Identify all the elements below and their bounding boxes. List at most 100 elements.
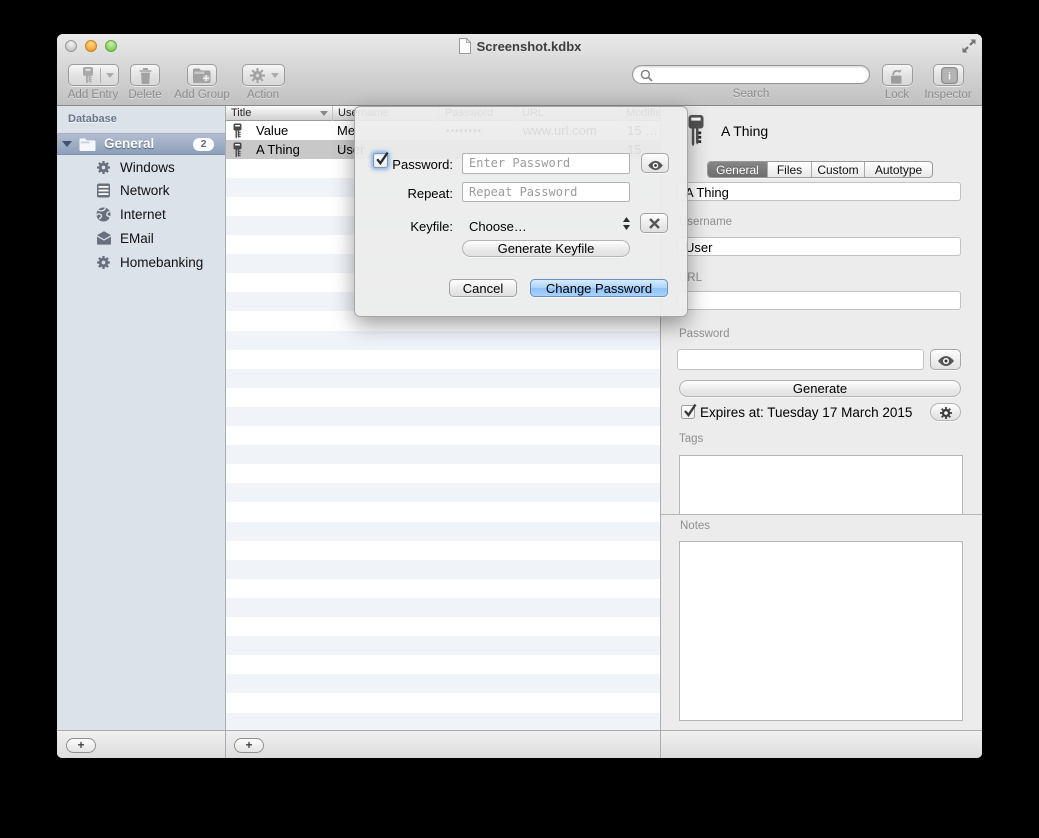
keyfile-popup[interactable]: Choose… bbox=[469, 219, 527, 234]
bottom-bar: + + bbox=[57, 730, 982, 758]
sidebar-item-label: EMail bbox=[120, 231, 154, 246]
table-empty-row bbox=[226, 331, 660, 350]
sidebar-group-general[interactable]: General 2 bbox=[57, 133, 225, 155]
sort-indicator-icon bbox=[320, 111, 328, 116]
gear-icon bbox=[96, 160, 111, 180]
inspector-button[interactable]: i Inspector bbox=[903, 64, 982, 101]
table-empty-row bbox=[226, 579, 660, 598]
inspector-splitter[interactable] bbox=[661, 514, 982, 515]
trash-icon bbox=[138, 68, 153, 89]
table-empty-row bbox=[226, 464, 660, 483]
table-empty-row bbox=[226, 713, 660, 730]
expires-label: Expires at: Tuesday 17 March 2015 bbox=[700, 405, 912, 420]
folder-icon bbox=[79, 137, 96, 157]
action-button[interactable]: Action bbox=[218, 64, 308, 101]
tab-files[interactable]: Files bbox=[768, 162, 812, 177]
eye-icon bbox=[647, 158, 664, 176]
reveal-password-button[interactable] bbox=[930, 349, 961, 370]
clear-keyfile-button[interactable] bbox=[640, 213, 668, 233]
table-empty-row bbox=[226, 445, 660, 464]
key-icon bbox=[688, 115, 704, 152]
folder-plus-icon bbox=[193, 68, 212, 89]
window-title: Screenshot.kdbx bbox=[477, 39, 582, 54]
add-entry-plus-button[interactable]: + bbox=[234, 738, 264, 753]
generate-keyfile-button[interactable]: Generate Keyfile bbox=[462, 240, 630, 257]
table-empty-row bbox=[226, 674, 660, 693]
table-empty-row bbox=[226, 350, 660, 369]
titlebar: Screenshot.kdbx bbox=[57, 38, 982, 55]
table-empty-row bbox=[226, 541, 660, 560]
table-empty-row bbox=[226, 694, 660, 713]
notes-label: Notes bbox=[680, 520, 710, 532]
disclosure-triangle-icon[interactable] bbox=[62, 141, 72, 147]
stepper-arrows-icon[interactable] bbox=[622, 217, 631, 235]
password-placeholder: Enter Password bbox=[463, 154, 629, 173]
column-header-title[interactable]: Title bbox=[226, 106, 333, 121]
password-settings-button[interactable] bbox=[930, 403, 961, 421]
table-empty-row bbox=[226, 636, 660, 655]
tab-autotype[interactable]: Autotype bbox=[865, 162, 932, 177]
server-icon bbox=[96, 183, 111, 203]
sidebar-item-windows[interactable]: Windows bbox=[57, 156, 225, 180]
search-icon bbox=[640, 69, 653, 87]
change-password-popover: Password: Enter Password Repeat: Repeat … bbox=[354, 106, 688, 317]
tags-field[interactable] bbox=[679, 455, 963, 514]
x-icon bbox=[648, 217, 661, 233]
sidebar-divider[interactable] bbox=[225, 106, 226, 758]
sidebar-item-network[interactable]: Network bbox=[57, 179, 225, 203]
popover-password-input[interactable]: Enter Password bbox=[462, 153, 630, 174]
globe-icon bbox=[96, 207, 111, 227]
popover-repeat-label: Repeat: bbox=[375, 186, 453, 201]
app-window: Screenshot.kdbx Add Entry Delete Add Gro… bbox=[57, 34, 982, 758]
password-label: Password bbox=[679, 328, 730, 340]
sidebar-item-internet[interactable]: Internet bbox=[57, 203, 225, 227]
expires-checkbox[interactable] bbox=[681, 405, 695, 419]
table-empty-row bbox=[226, 617, 660, 636]
tags-label: Tags bbox=[679, 433, 703, 445]
popover-keyfile-label: Keyfile: bbox=[375, 219, 453, 234]
tab-custom[interactable]: Custom bbox=[812, 162, 865, 177]
table-empty-row bbox=[226, 483, 660, 502]
add-group-plus-button[interactable]: + bbox=[66, 738, 96, 753]
tab-general[interactable]: General bbox=[708, 162, 768, 177]
sidebar: Database General 2 WindowsNetworkInterne… bbox=[57, 106, 225, 730]
dropdown-arrow-icon bbox=[271, 73, 279, 78]
key-icon bbox=[82, 67, 94, 89]
table-empty-row bbox=[226, 655, 660, 674]
eye-icon bbox=[937, 354, 955, 372]
popover-repeat-input[interactable]: Repeat Password bbox=[462, 182, 630, 202]
username-field[interactable]: User bbox=[677, 237, 961, 256]
sidebar-item-label: Network bbox=[120, 183, 170, 198]
fullscreen-icon[interactable] bbox=[962, 39, 976, 58]
svg-text:i: i bbox=[948, 72, 951, 83]
search-label: Search bbox=[632, 88, 870, 100]
repeat-placeholder: Repeat Password bbox=[463, 183, 629, 202]
document-proxy-icon[interactable] bbox=[458, 38, 471, 59]
table-empty-row bbox=[226, 407, 660, 426]
table-empty-row bbox=[226, 598, 660, 617]
table-empty-row bbox=[226, 369, 660, 388]
cell-title: A Thing bbox=[256, 142, 332, 157]
sidebar-item-homebanking[interactable]: Homebanking bbox=[57, 251, 225, 275]
title-field[interactable]: A Thing bbox=[677, 182, 961, 201]
url-field[interactable] bbox=[677, 291, 961, 310]
change-password-button[interactable]: Change Password bbox=[530, 279, 668, 297]
table-empty-row bbox=[226, 503, 660, 522]
cell-title: Value bbox=[256, 123, 332, 138]
table-empty-row bbox=[226, 388, 660, 407]
notes-field[interactable] bbox=[679, 541, 963, 721]
gear-icon bbox=[96, 255, 111, 275]
inspector-entry-title: A Thing bbox=[721, 123, 768, 139]
inspector-panel: A Thing GeneralFilesCustomAutotype A Thi… bbox=[661, 106, 982, 730]
envelope-icon bbox=[96, 231, 112, 250]
generate-button[interactable]: Generate bbox=[679, 380, 961, 397]
password-field[interactable] bbox=[677, 349, 924, 370]
popover-password-label: Password: bbox=[375, 157, 453, 172]
search-input[interactable] bbox=[632, 65, 870, 84]
info-icon: i bbox=[941, 67, 958, 89]
table-empty-row bbox=[226, 426, 660, 445]
key-icon bbox=[233, 142, 243, 163]
cancel-button[interactable]: Cancel bbox=[449, 279, 517, 297]
popover-reveal-button[interactable] bbox=[641, 153, 669, 173]
sidebar-item-email[interactable]: EMail bbox=[57, 227, 225, 251]
